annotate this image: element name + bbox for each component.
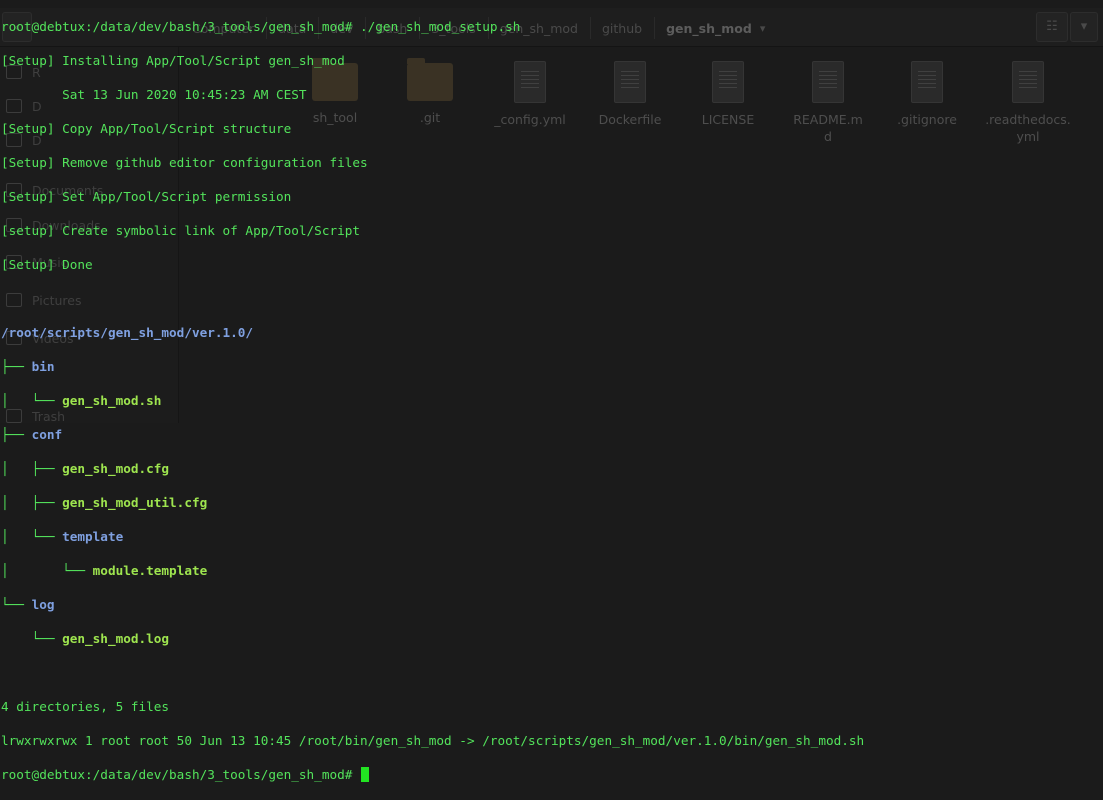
tree-summary: 4 directories, 5 files <box>1 699 170 714</box>
tree-branch: └── <box>1 631 63 646</box>
tree-dir-conf: conf <box>31 427 63 442</box>
setup-line-remove: [Setup] Remove github editor configurati… <box>1 155 368 170</box>
tree-branch: ├── <box>1 359 32 374</box>
tree-branch: │ ├── <box>1 461 63 476</box>
tree-file-gen-sh-mod-cfg: gen_sh_mod.cfg <box>62 461 170 476</box>
terminal-output[interactable]: root@debtux:/data/dev/bash/3_tools/gen_s… <box>1 1 1101 800</box>
setup-line-permission: [Setup] Set App/Tool/Script permission <box>1 189 292 204</box>
tree-branch: ├── <box>1 427 32 442</box>
setup-line-date: Sat 13 Jun 2020 10:45:23 AM CEST <box>1 87 307 102</box>
setup-line-symlink: [setup] Create symbolic link of App/Tool… <box>1 223 361 238</box>
tree-branch: │ └── <box>1 393 63 408</box>
tree-dir-bin: bin <box>31 359 55 374</box>
setup-line-done: [Setup] Done <box>1 257 93 272</box>
terminal-cursor[interactable] <box>361 767 370 782</box>
tree-file-gen-sh-mod-util-cfg: gen_sh_mod_util.cfg <box>62 495 208 510</box>
tree-dir-template: template <box>62 529 124 544</box>
tree-file-module-template: module.template <box>92 563 208 578</box>
tree-root-path: /root/scripts/gen_sh_mod/ver.1.0/ <box>1 325 254 340</box>
terminal-command-line: root@debtux:/data/dev/bash/3_tools/gen_s… <box>1 19 521 34</box>
tree-file-gen-sh-mod-sh: gen_sh_mod.sh <box>62 393 162 408</box>
tree-branch: │ └── <box>1 563 93 578</box>
terminal-prompt: root@debtux:/data/dev/bash/3_tools/gen_s… <box>1 767 361 782</box>
tree-branch: │ └── <box>1 529 63 544</box>
setup-line-installing: [Setup] Installing App/Tool/Script gen_s… <box>1 53 345 68</box>
tree-file-gen-sh-mod-log: gen_sh_mod.log <box>62 631 170 646</box>
tree-branch: └── <box>1 597 32 612</box>
symlink-listing: lrwxrwxrwx 1 root root 50 Jun 13 10:45 /… <box>1 733 865 748</box>
setup-line-copy: [Setup] Copy App/Tool/Script structure <box>1 121 292 136</box>
tree-branch: │ ├── <box>1 495 63 510</box>
tree-dir-log: log <box>31 597 55 612</box>
